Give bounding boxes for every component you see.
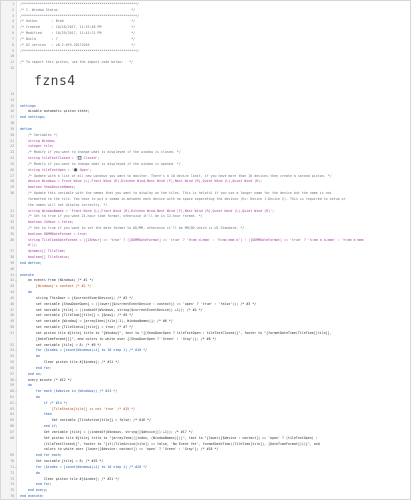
code-text: end execute; [20, 494, 44, 499]
line-number: 76 [10, 494, 14, 499]
code-lines: 1/**************************************… [1, 2, 410, 499]
import-code: fzns4 [1, 72, 410, 92]
code-line: 76 end execute; [1, 494, 410, 499]
code-editor: 1/**************************************… [0, 0, 411, 500]
code-text: fzns4 [34, 73, 76, 89]
